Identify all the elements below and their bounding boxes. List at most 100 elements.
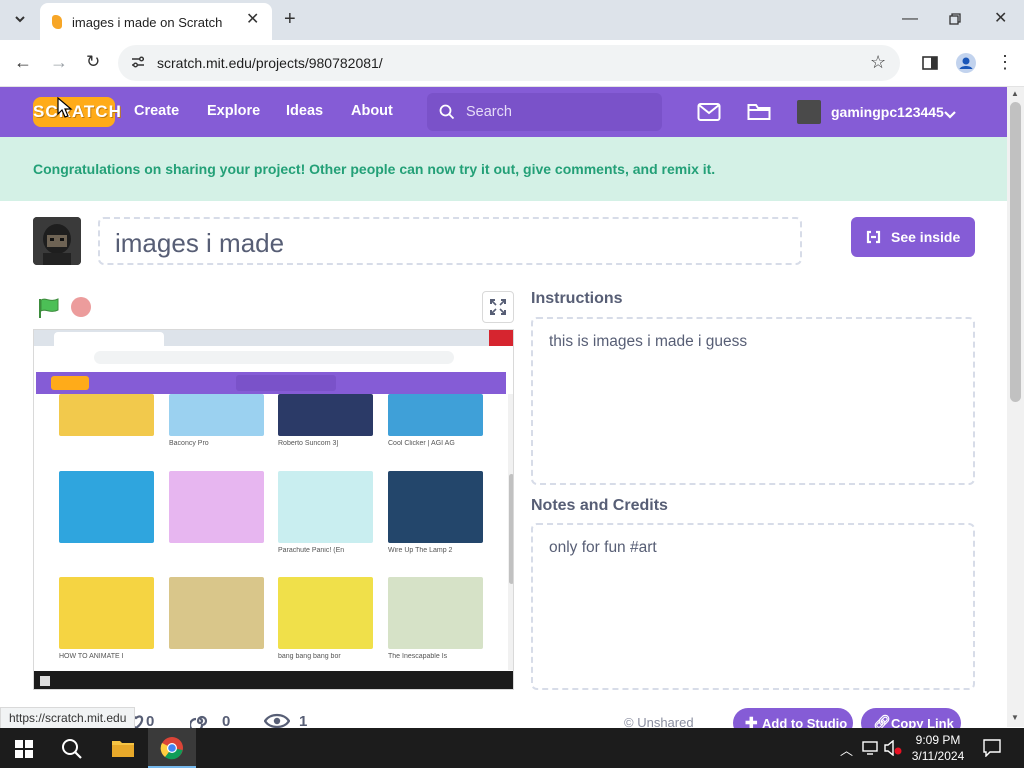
- banner-text: Congratulations on sharing your project!…: [33, 161, 716, 177]
- see-inside-button[interactable]: See inside: [851, 217, 975, 257]
- project-title: images i made: [115, 228, 285, 258]
- restore-icon[interactable]: [948, 12, 962, 30]
- tray-chevron-up-icon[interactable]: ︿: [840, 740, 853, 759]
- windows-taskbar: ︿ 9:09 PM 3/11/2024: [0, 728, 1024, 768]
- profile-icon[interactable]: [956, 53, 976, 77]
- mouse-cursor-icon: [57, 96, 73, 124]
- nav-create[interactable]: Create: [134, 103, 179, 119]
- tab-title: images i made on Scratch: [72, 15, 223, 30]
- nav-about[interactable]: About: [351, 103, 393, 119]
- stage-project-thumbnail: [388, 394, 483, 436]
- project-stage[interactable]: Baconcy Pro Roberto Suncom 3] Cool Clicker…: [33, 329, 514, 690]
- omnibox[interactable]: scratch.mit.edu/projects/980782081/ ☆: [118, 45, 900, 81]
- search-input[interactable]: Search: [427, 93, 662, 131]
- notes-box[interactable]: only for fun #art: [531, 523, 975, 690]
- page-scrollbar[interactable]: ▲ ▼: [1007, 87, 1024, 727]
- clock-time: 9:09 PM: [915, 733, 961, 747]
- stage-project-thumbnail: [59, 577, 154, 649]
- instructions-box[interactable]: this is images i made i guess: [531, 317, 975, 485]
- stage-project-caption: Parachute Panic! (En: [278, 547, 345, 554]
- minimize-icon[interactable]: —: [902, 11, 918, 27]
- green-flag-icon[interactable]: [37, 297, 61, 324]
- browser-tab-strip: images i made on Scratch ✕ + — ✕: [0, 0, 1024, 40]
- chrome-taskbar-button[interactable]: [148, 728, 196, 768]
- see-inside-icon: [866, 230, 881, 244]
- stage-image-scrollbar: [508, 394, 513, 670]
- stage-project-card: Wire Up The Lamp 2: [385, 471, 485, 561]
- scroll-up-icon[interactable]: ▲: [1011, 89, 1019, 98]
- site-info-icon[interactable]: [130, 54, 146, 70]
- page-scroll-thumb[interactable]: [1010, 102, 1021, 402]
- see-inside-label: See inside: [891, 229, 961, 245]
- search-icon: [439, 104, 455, 120]
- stage-project-card: [166, 577, 266, 667]
- stage-project-caption: HOW TO ANIMATE I: [59, 653, 124, 660]
- stage-project-caption: The Inescapable Is: [388, 653, 448, 660]
- new-tab-icon[interactable]: +: [284, 9, 296, 29]
- stage-project-card: [166, 471, 266, 561]
- stage-project-thumbnail: [59, 471, 154, 543]
- instructions-text: this is images i made i guess: [549, 333, 748, 350]
- stage-image-taskbar: [34, 671, 513, 689]
- fullscreen-icon: [490, 299, 506, 315]
- stage-project-thumbnail: [169, 577, 264, 649]
- back-icon[interactable]: ←: [14, 53, 32, 71]
- stage-project-thumbnail: [278, 471, 373, 543]
- notes-heading: Notes and Credits: [531, 497, 668, 514]
- stage-project-thumbnail: [278, 577, 373, 649]
- fullscreen-button[interactable]: [482, 291, 514, 323]
- bookmark-star-icon[interactable]: ☆: [870, 53, 886, 71]
- user-avatar[interactable]: [797, 100, 821, 124]
- nav-explore[interactable]: Explore: [207, 103, 260, 119]
- chrome-icon: [160, 737, 183, 760]
- stage-project-thumbnail: [169, 471, 264, 543]
- share-success-banner: Congratulations on sharing your project!…: [0, 137, 1007, 201]
- stop-sign-icon[interactable]: [71, 297, 91, 317]
- network-icon[interactable]: [862, 741, 878, 760]
- stage-project-caption: Baconcy Pro: [169, 440, 209, 447]
- instructions-heading: Instructions: [531, 290, 623, 307]
- window-close-icon[interactable]: ✕: [994, 11, 1007, 27]
- scratch-logo[interactable]: SCRATCH: [33, 97, 121, 127]
- stage-image-tab-strip: [34, 330, 513, 348]
- username[interactable]: gamingpc123445: [831, 104, 944, 120]
- stage-project-card: The Inescapable Is: [385, 577, 485, 667]
- stage-project-card: [56, 471, 156, 561]
- chevron-down-icon[interactable]: [944, 107, 956, 125]
- nav-ideas[interactable]: Ideas: [286, 103, 323, 119]
- browser-menu-icon[interactable]: ⋮: [996, 53, 1014, 71]
- side-panel-icon[interactable]: [922, 56, 938, 74]
- url-text: scratch.mit.edu/projects/980782081/: [157, 55, 383, 71]
- stage-image-navbar: [36, 372, 506, 394]
- forward-icon[interactable]: →: [50, 53, 68, 71]
- stage-project-caption: Wire Up The Lamp 2: [388, 547, 453, 554]
- stage-project-caption: bang bang bang bor: [278, 653, 341, 660]
- taskbar-search-icon[interactable]: [61, 738, 83, 765]
- search-placeholder: Search: [466, 104, 512, 120]
- scratch-favicon-icon: [52, 15, 62, 29]
- volume-muted-icon[interactable]: [884, 739, 902, 761]
- windows-start-icon[interactable]: [15, 740, 33, 763]
- tab-close-icon[interactable]: ✕: [246, 12, 259, 28]
- scroll-down-icon[interactable]: ▼: [1011, 713, 1019, 722]
- taskbar-clock[interactable]: 9:09 PM 3/11/2024: [905, 732, 971, 764]
- project-title-field[interactable]: images i made: [98, 217, 802, 265]
- stage-project-thumbnail: [388, 577, 483, 649]
- creator-avatar[interactable]: [33, 217, 81, 265]
- address-bar-row: ← → ↻ scratch.mit.edu/projects/980782081…: [0, 40, 1024, 87]
- stage-project-thumbnail: [388, 471, 483, 543]
- link-preview-status: https://scratch.mit.edu: [0, 707, 136, 729]
- clock-date: 3/11/2024: [911, 749, 965, 763]
- stage-project-card: Parachute Panic! (En: [275, 471, 375, 561]
- scratch-navbar: SCRATCH Create Explore Ideas About Searc…: [0, 87, 1007, 137]
- my-stuff-folder-icon[interactable]: [747, 102, 771, 127]
- stage-project-card: HOW TO ANIMATE I: [56, 577, 156, 667]
- stage-project-caption: Cool Clicker | AGI AG: [388, 440, 455, 447]
- messages-icon[interactable]: [697, 102, 721, 127]
- stage-project-thumbnail: [278, 394, 373, 436]
- browser-tab[interactable]: images i made on Scratch ✕: [40, 3, 272, 40]
- notifications-icon[interactable]: [983, 739, 1001, 762]
- file-explorer-icon[interactable]: [111, 738, 135, 763]
- reload-icon[interactable]: ↻: [86, 53, 100, 70]
- tab-list-icon[interactable]: [13, 12, 27, 30]
